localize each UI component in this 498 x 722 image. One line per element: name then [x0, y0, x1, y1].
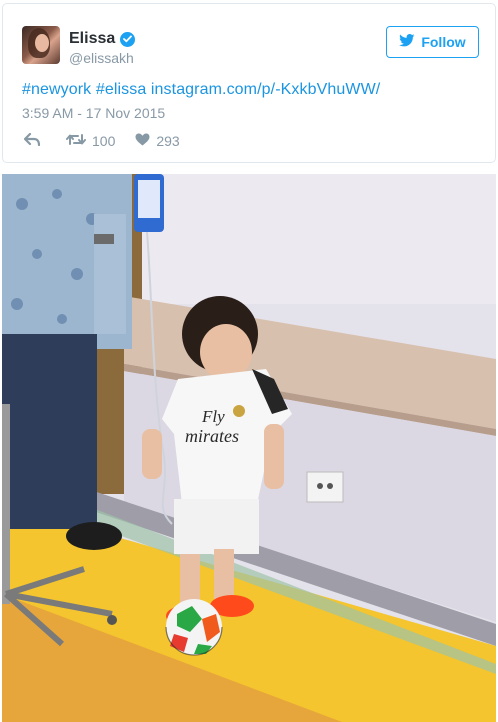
man-jeans	[2, 334, 97, 529]
display-name[interactable]: Elissa	[69, 30, 115, 48]
retweet-count: 100	[92, 133, 116, 149]
tweet-card: Elissa @elissakh Follow #newyork #elissa…	[2, 3, 496, 163]
verified-badge-icon	[120, 31, 136, 47]
reply-button[interactable]	[23, 132, 41, 149]
watch	[94, 234, 114, 244]
iv-pole	[2, 404, 10, 604]
jersey-text-fly: Fly	[201, 407, 225, 426]
retweet-icon	[66, 133, 86, 149]
hashtag-elissa-link[interactable]: #elissa	[96, 81, 147, 98]
tweet-actions: 100 293	[23, 131, 180, 151]
follow-button[interactable]: Follow	[386, 26, 479, 58]
like-button[interactable]: 293	[135, 133, 180, 149]
name-row: Elissa	[69, 30, 136, 48]
jersey-text-emirates: mirates	[185, 426, 239, 446]
jersey-crest	[233, 405, 245, 417]
avatar[interactable]	[22, 26, 60, 64]
follow-button-label: Follow	[421, 34, 466, 50]
tweet-timestamp[interactable]: 3:59 AM - 17 Nov 2015	[22, 105, 165, 121]
upper-wall	[132, 174, 496, 304]
reply-icon	[23, 132, 41, 149]
tweet-photo[interactable]: Fly mirates	[2, 174, 496, 722]
twitter-bird-icon	[399, 34, 415, 50]
retweet-button[interactable]: 100	[66, 133, 115, 149]
man-shoe	[66, 522, 122, 550]
child-shorts	[174, 499, 259, 554]
tweet-text: #newyork #elissa instagram.com/p/-KxkbVh…	[22, 81, 380, 99]
child-arm-left	[142, 429, 162, 479]
heart-icon	[135, 133, 150, 149]
hashtag-newyork-link[interactable]: #newyork	[22, 81, 91, 98]
wall-socket	[306, 471, 344, 503]
like-count: 293	[156, 133, 180, 149]
avatar-face	[35, 34, 49, 52]
man-arm	[94, 214, 126, 334]
photo-scene: Fly mirates	[2, 174, 496, 722]
instagram-link[interactable]: instagram.com/p/-KxkbVhuWW/	[151, 81, 380, 98]
child-arm-right	[264, 424, 284, 489]
user-handle[interactable]: @elissakh	[69, 50, 134, 66]
